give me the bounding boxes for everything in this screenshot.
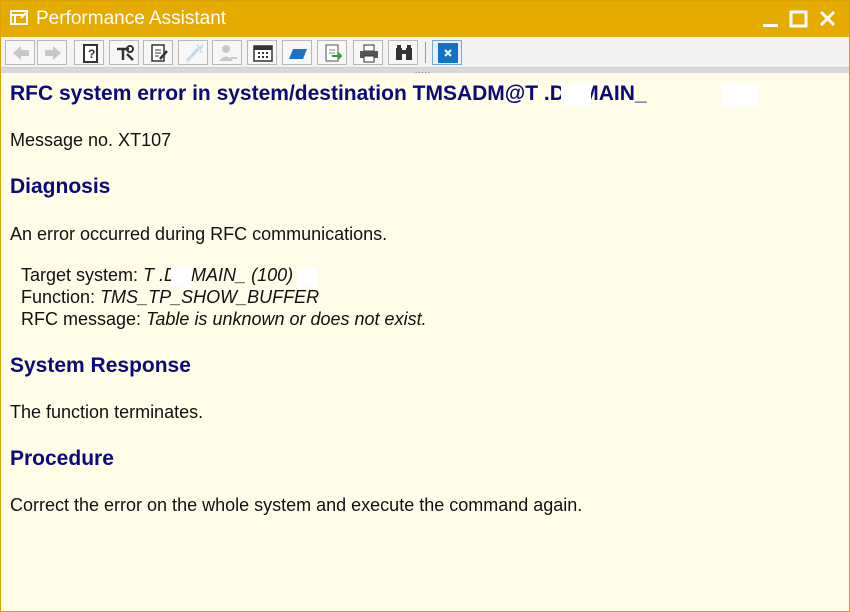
redaction-mark	[171, 267, 191, 287]
function-label: Function:	[21, 287, 96, 307]
redaction-mark	[721, 83, 759, 107]
flag-icon[interactable]	[282, 40, 312, 65]
app-icon	[10, 10, 30, 26]
procedure-text: Correct the error on the whole system an…	[10, 495, 583, 515]
diagnosis-text: An error occurred during RFC communicati…	[10, 224, 388, 244]
message-number: Message no. XT107	[10, 130, 172, 150]
title-bar[interactable]: Performance Assistant	[1, 1, 849, 37]
redaction-mark	[561, 83, 591, 107]
forward-icon[interactable]	[37, 40, 67, 65]
system-response-heading: System Response	[10, 354, 191, 377]
binoculars-icon[interactable]	[388, 40, 418, 65]
diagnosis-heading: Diagnosis	[10, 175, 111, 198]
toolbar-separator	[425, 42, 426, 63]
window-title: Performance Assistant	[36, 8, 227, 29]
help-book-icon[interactable]: ?	[74, 40, 104, 65]
svg-text:?: ?	[88, 47, 95, 61]
maximize-icon[interactable]	[789, 9, 809, 29]
rfc-message-value: Table is unknown or does not exist.	[146, 309, 427, 329]
target-system-label: Target system:	[21, 265, 139, 285]
close-icon[interactable]	[818, 9, 838, 29]
redaction-mark	[297, 267, 317, 287]
back-icon[interactable]	[5, 40, 35, 65]
function-line: Function: TMS_TP_SHOW_BUFFER	[21, 287, 319, 308]
message-title: RFC system error in system/destination T…	[10, 82, 647, 105]
minimize-icon[interactable]	[761, 9, 781, 29]
target-system-value: T .DOMAIN_ (100)	[143, 265, 294, 285]
performance-assistant-window: Performance Assistant ? ,,,,, RFC system…	[0, 0, 850, 612]
export-icon[interactable]	[317, 40, 347, 65]
system-response-text: The function terminates.	[10, 402, 204, 422]
rfc-message-label: RFC message:	[21, 309, 142, 329]
target-system-line: Target system: T .DOMAIN_ (100)	[21, 265, 293, 286]
wand-icon[interactable]	[178, 40, 208, 65]
rfc-message-line: RFC message: Table is unknown or does no…	[21, 309, 427, 330]
calendar-icon[interactable]	[247, 40, 277, 65]
function-value: TMS_TP_SHOW_BUFFER	[100, 287, 320, 307]
help-content: RFC system error in system/destination T…	[1, 73, 849, 611]
close-small-icon[interactable]	[432, 40, 462, 65]
user-key-icon[interactable]	[212, 40, 242, 65]
print-icon[interactable]	[353, 40, 383, 65]
tools-icon[interactable]	[109, 40, 139, 65]
edit-doc-icon[interactable]	[143, 40, 173, 65]
procedure-heading: Procedure	[10, 447, 114, 470]
toolbar: ?	[1, 37, 849, 68]
